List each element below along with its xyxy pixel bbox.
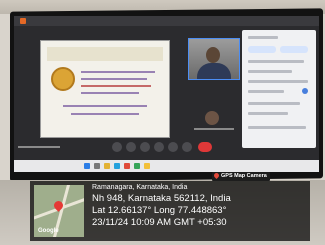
gps-badge-label: GPS Map Camera [221,173,267,179]
end-call-button[interactable] [198,142,212,152]
panel-heading [248,36,278,39]
participant-avatar[interactable] [205,111,219,125]
slide-banner [47,47,163,61]
panel-text-line [248,60,304,63]
browser-icon[interactable] [114,163,120,169]
folder-icon[interactable] [104,163,110,169]
slide-text-line [63,105,147,107]
chrome-icon[interactable] [144,163,150,169]
panel-button[interactable] [248,46,276,53]
side-panel [242,30,316,148]
shared-slide [40,40,170,138]
map-brand-label: Google [38,228,59,234]
captions-button[interactable] [140,142,150,152]
app-icon[interactable] [124,163,130,169]
app-icon[interactable] [134,163,140,169]
meeting-controls [14,140,319,154]
gps-text-block: Ramanagara, Karnataka, India Nh 948, Kar… [92,183,231,229]
gps-info-overlay: Google Ramanagara, Karnataka, India Nh 9… [30,181,310,241]
camera-button[interactable] [126,142,136,152]
panel-text-line [248,70,292,73]
slide-text-line [81,85,151,87]
gps-camera-badge: GPS Map Camera [212,171,270,181]
slide-text-line [71,113,139,115]
capture-datetime: 23/11/24 10:09 AM GMT +05:30 [92,217,227,228]
self-view-tile[interactable] [188,38,240,80]
os-taskbar [14,160,319,172]
monitor-screen [14,16,319,172]
photo-scene: GPS Map Camera Google Ramanagara, Karnat… [0,0,325,245]
start-icon[interactable] [84,163,90,169]
slide-text-line [81,71,155,73]
participant-name-label [194,128,234,130]
meeting-title-bar [14,16,319,26]
mic-button[interactable] [112,142,122,152]
location-pin-icon [212,171,221,179]
slide-logo [51,67,75,91]
present-button[interactable] [168,142,178,152]
raise-hand-button[interactable] [154,142,164,152]
panel-text-line [248,112,288,115]
panel-toggle[interactable] [302,88,308,94]
panel-text-line [248,102,300,105]
panel-button[interactable] [280,46,308,53]
coordinates: Lat 12.66137° Long 77.448863° [92,205,227,216]
street-address: Nh 948, Karnataka 562112, India [92,193,231,204]
slide-text-line [81,92,139,94]
participant-body [197,63,231,79]
participant-face [206,47,220,63]
meeting-info-text [18,146,60,148]
panel-text-line [248,126,306,129]
slide-text-line [81,78,147,80]
panel-text-line [248,90,284,93]
panel-text-line [248,80,308,83]
app-icon [20,18,26,24]
more-options-button[interactable] [182,142,192,152]
place-name: Ramanagara, Karnataka, India [92,184,188,191]
location-minimap: Google [34,185,84,237]
search-icon[interactable] [94,163,100,169]
